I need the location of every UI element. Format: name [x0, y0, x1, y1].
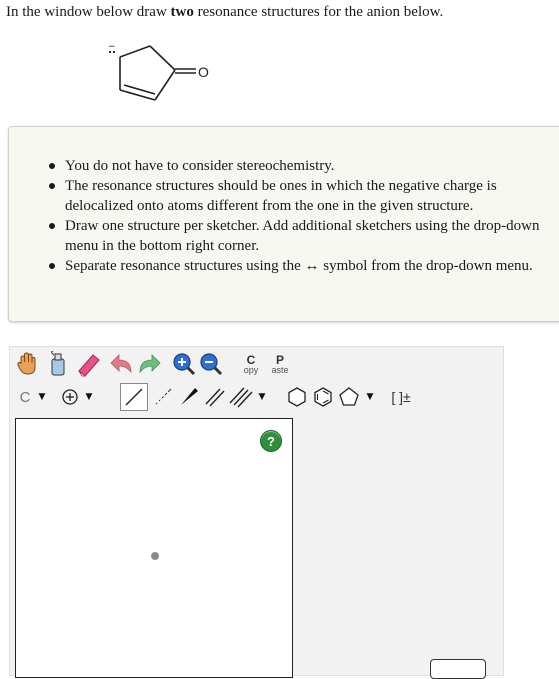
single-bond-icon[interactable]	[120, 383, 148, 411]
question-suffix: resonance structures for the anion below…	[193, 4, 444, 20]
hashed-bond-icon[interactable]	[150, 383, 176, 411]
paste-button[interactable]: P aste	[266, 350, 294, 378]
charge-dropdown-caret[interactable]: ▼	[81, 383, 97, 411]
lasso-select-icon[interactable]	[45, 350, 71, 378]
zoom-out-icon[interactable]	[198, 350, 224, 378]
copy-button[interactable]: C opy	[237, 350, 265, 378]
question-text: In the window below draw two resonance s…	[6, 3, 443, 21]
triple-bond-icon[interactable]	[228, 383, 254, 411]
instruction-item: Separate resonance structures using the …	[49, 256, 555, 276]
canvas-cursor-dot	[151, 552, 159, 560]
instruction-item: Draw one structure per sketcher. Add add…	[49, 216, 555, 256]
instructions-panel: You do not have to consider stereochemis…	[8, 126, 559, 322]
bracket-label: [ ]±	[391, 389, 411, 405]
ring-dropdown-caret[interactable]: ▼	[362, 383, 378, 411]
element-dropdown-caret[interactable]: ▼	[34, 383, 50, 411]
add-sketcher-dropdown[interactable]	[430, 659, 486, 679]
element-label: C	[19, 388, 31, 406]
cyclohexane-icon[interactable]	[284, 383, 310, 411]
sketcher-canvas[interactable]: ?	[15, 418, 293, 678]
molecule-sketcher: C opy P aste C ▼ ▼ ▼ ▼ []± ?	[9, 346, 504, 678]
instruction-item: You do not have to consider stereochemis…	[49, 156, 555, 176]
hand-icon[interactable]	[14, 350, 40, 378]
copy-label-top: C	[246, 352, 256, 367]
charge-plus-icon[interactable]	[58, 383, 82, 411]
double-bond-icon[interactable]	[202, 383, 228, 411]
question-emphasis: two	[170, 4, 194, 20]
element-selector[interactable]: C	[14, 383, 36, 411]
paste-label-top: P	[275, 352, 284, 367]
eraser-icon[interactable]	[76, 350, 102, 378]
paste-label-bottom: aste	[271, 364, 289, 375]
instruction-item: The resonance structures should be ones …	[49, 176, 555, 216]
benzene-icon[interactable]	[310, 383, 336, 411]
zoom-in-icon[interactable]	[171, 350, 197, 378]
question-prefix: In the window below draw	[6, 4, 171, 20]
bracket-charge-button[interactable]: [ ]±	[386, 383, 416, 411]
negative-charge-label: −	[108, 42, 116, 52]
undo-icon[interactable]	[109, 350, 135, 378]
instructions-list: You do not have to consider stereochemis…	[49, 156, 555, 276]
copy-label-bottom: opy	[243, 364, 259, 375]
help-icon[interactable]: ?	[260, 430, 282, 452]
redo-icon[interactable]	[136, 350, 162, 378]
wedge-bond-icon[interactable]	[176, 383, 202, 411]
bond-dropdown-caret[interactable]: ▼	[254, 383, 270, 411]
cyclopentane-icon[interactable]	[336, 383, 362, 411]
oxygen-label: O	[198, 64, 209, 80]
cyclopentenone-anion-structure: O −	[108, 42, 209, 101]
